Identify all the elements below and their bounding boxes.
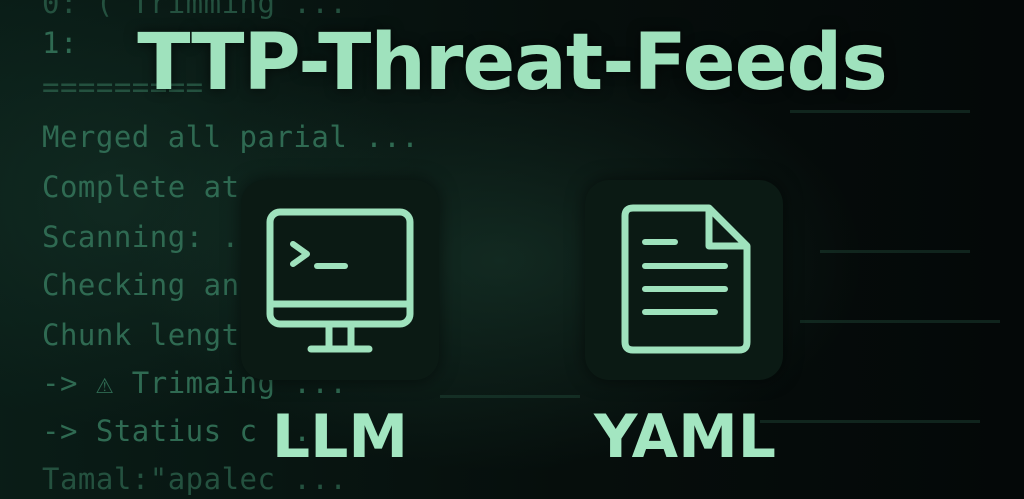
document-icon xyxy=(621,204,751,354)
background-streak xyxy=(440,395,580,398)
terminal-monitor-icon xyxy=(266,208,414,353)
yaml-tile xyxy=(585,180,783,380)
yaml-label: YAML xyxy=(593,402,777,472)
page-title: TTP-Threat-Feeds xyxy=(137,18,888,108)
terminal-line: Merged all parial ... xyxy=(42,120,420,154)
background-streak xyxy=(820,250,970,253)
llm-label: LLM xyxy=(271,402,409,472)
terminal-line: 0: ( Trimming ... xyxy=(42,0,348,20)
background-streak xyxy=(790,110,970,113)
llm-tile xyxy=(241,180,439,380)
background-streak xyxy=(800,320,1000,323)
